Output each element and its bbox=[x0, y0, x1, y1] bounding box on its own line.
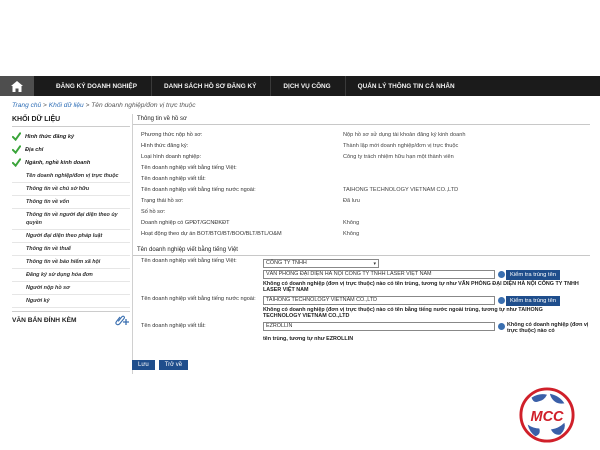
check-icon bbox=[12, 158, 21, 167]
info-row: Tên doanh nghiệp viết tắt: bbox=[133, 173, 590, 184]
nav-public-services[interactable]: DỊCH VỤ CÔNG bbox=[271, 76, 346, 96]
foreign-name-label: Tên doanh nghiệp viết bằng tiếng nước ng… bbox=[141, 296, 256, 302]
sidebar-item-tax-info[interactable]: Thông tin về thuế bbox=[12, 243, 130, 256]
sidebar-attachments[interactable]: VĂN BẢN ĐÍNH KÈM bbox=[12, 311, 130, 326]
attachments-label: VĂN BẢN ĐÍNH KÈM bbox=[12, 317, 77, 324]
sidebar-item-social-insurance[interactable]: Thông tin về bảo hiểm xã hội bbox=[12, 256, 130, 269]
abbr-name-input[interactable]: EZROLLIN bbox=[263, 322, 495, 331]
home-button[interactable] bbox=[0, 76, 34, 96]
breadcrumb-home[interactable]: Trang chủ bbox=[12, 102, 41, 109]
chevron-down-icon: ▾ bbox=[373, 261, 376, 267]
sidebar-item-owner-info[interactable]: Thông tin về chủ sở hữu bbox=[12, 183, 130, 196]
abbr-name-warning-right: Không có doanh nghiệp (đơn vị trực thuộc… bbox=[507, 322, 589, 334]
info-value: Thành lập mới doanh nghiệp/đơn vị trực t… bbox=[343, 142, 459, 149]
sidebar-item-signer[interactable]: Người ký bbox=[12, 295, 130, 308]
info-label: Phương thức nộp hồ sơ: bbox=[141, 131, 203, 138]
sidebar-item-label: Địa chỉ bbox=[25, 146, 44, 153]
profile-section-title: Thông tin về hồ sơ bbox=[133, 114, 590, 125]
back-button[interactable]: Trở về bbox=[158, 360, 189, 370]
info-row: Loại hình doanh nghiệp: Công ty trách nhi… bbox=[133, 151, 590, 162]
sidebar-item-registration-type[interactable]: Hình thức đăng ký bbox=[12, 130, 130, 143]
info-value: Đã lưu bbox=[343, 197, 360, 204]
breadcrumb: Trang chủ > Khối dữ liệu > Tên doanh ngh… bbox=[12, 102, 196, 109]
info-value: Không bbox=[343, 219, 360, 226]
sidebar-item-capital-info[interactable]: Thông tin về vốn bbox=[12, 196, 130, 209]
info-icon[interactable] bbox=[498, 271, 505, 278]
info-label: Loại hình doanh nghiệp: bbox=[141, 153, 202, 160]
info-row: Hình thức đăng ký: Thành lập mới doanh ng… bbox=[133, 140, 590, 151]
info-row: Phương thức nộp hồ sơ: Nộp hồ sơ sử dụng … bbox=[133, 129, 590, 140]
sidebar-item-submitter[interactable]: Người nộp hồ sơ bbox=[12, 282, 130, 295]
logo-text: MCC bbox=[530, 409, 564, 425]
abbr-name-row: Tên doanh nghiệp viết tắt: EZROLLIN Khôn… bbox=[133, 322, 590, 346]
nav-registration-list[interactable]: DANH SÁCH HỒ SƠ ĐĂNG KÝ bbox=[152, 76, 272, 96]
info-row: Trạng thái hồ sơ: Đã lưu bbox=[133, 195, 590, 206]
vn-name-row: Tên doanh nghiệp viết bằng tiếng Việt: C… bbox=[133, 256, 590, 296]
sidebar-item-legal-rep[interactable]: Người đại diện theo pháp luật bbox=[12, 230, 130, 243]
breadcrumb-data-block[interactable]: Khối dữ liệu bbox=[49, 102, 84, 109]
company-type-select[interactable]: CÔNG TY TNHH ▾ bbox=[263, 259, 379, 268]
main-navbar: ĐĂNG KÝ DOANH NGHIỆP DANH SÁCH HỒ SƠ ĐĂN… bbox=[0, 76, 600, 96]
info-label: Trạng thái hồ sơ: bbox=[141, 197, 184, 204]
form-actions: Lưu Trở về bbox=[132, 360, 189, 370]
nav-personal-info[interactable]: QUẢN LÝ THÔNG TIN CÁ NHÂN bbox=[346, 76, 469, 96]
info-icon[interactable] bbox=[498, 323, 505, 330]
sidebar: KHỐI DỮ LIỆU Hình thức đăng ký Địa chỉ N… bbox=[12, 116, 130, 326]
info-value: Không bbox=[343, 230, 360, 237]
main-content: Thông tin về hồ sơ Phương thức nộp hồ sơ… bbox=[132, 114, 590, 374]
breadcrumb-separator: > bbox=[85, 102, 90, 109]
abbr-name-label: Tên doanh nghiệp viết tắt: bbox=[141, 323, 206, 329]
info-row: Số hồ sơ: bbox=[133, 206, 590, 217]
paperclip-add-icon[interactable] bbox=[114, 315, 130, 326]
foreign-name-input[interactable]: TAIHONG TECHNOLOGY VIETNAM CO.,LTD bbox=[263, 296, 495, 305]
vn-name-label: Tên doanh nghiệp viết bằng tiếng Việt: bbox=[141, 258, 237, 264]
foreign-name-warning: Không có doanh nghiệp (đơn vị trực thuộc… bbox=[263, 307, 543, 319]
save-button[interactable]: Lưu bbox=[132, 360, 155, 370]
sidebar-item-label: Ngành, nghề kinh doanh bbox=[25, 159, 91, 166]
info-row: Tên doanh nghiệp viết bằng tiếng Việt: bbox=[133, 162, 590, 173]
vn-name-input[interactable]: VĂN PHÒNG ĐẠI DIỆN HÀ NỘI CÔNG TY TNHH L… bbox=[263, 270, 495, 279]
names-section-title: Tên doanh nghiệp viết bằng tiếng Việt bbox=[133, 245, 590, 256]
info-label: Tên doanh nghiệp viết bằng tiếng Việt: bbox=[141, 164, 237, 171]
breadcrumb-separator: > bbox=[43, 102, 47, 109]
foreign-name-row: Tên doanh nghiệp viết bằng tiếng nước ng… bbox=[133, 296, 590, 322]
info-label: Tên doanh nghiệp viết bằng tiếng nước ng… bbox=[141, 186, 256, 193]
nav-business-registration[interactable]: ĐĂNG KÝ DOANH NGHIỆP bbox=[44, 76, 152, 96]
info-label: Số hồ sơ: bbox=[141, 208, 166, 215]
sidebar-item-enterprise-name[interactable]: Tên doanh nghiệp/đơn vị trực thuộc bbox=[12, 169, 130, 183]
check-duplicate-foreign-button[interactable]: Kiểm tra trùng tên bbox=[506, 296, 561, 306]
sidebar-item-invoice-registration[interactable]: Đăng ký sử dụng hóa đơn bbox=[12, 269, 130, 282]
check-icon bbox=[12, 132, 21, 141]
sidebar-item-business-lines[interactable]: Ngành, nghề kinh doanh bbox=[12, 156, 130, 169]
sidebar-item-authorized-rep[interactable]: Thông tin về người đại diện theo ủy quyề… bbox=[12, 209, 130, 230]
breadcrumb-current: Tên doanh nghiệp/đơn vị trực thuộc bbox=[91, 102, 196, 109]
info-label: Doanh nghiệp có GPĐT/GCNĐKĐT bbox=[141, 219, 230, 226]
company-type-value: CÔNG TY TNHH bbox=[266, 260, 307, 266]
sidebar-item-label: Hình thức đăng ký bbox=[25, 133, 75, 140]
info-row: Doanh nghiệp có GPĐT/GCNĐKĐT Không bbox=[133, 217, 590, 228]
check-icon bbox=[12, 145, 21, 154]
abbr-name-warning-below: tên trùng, tương tự như EZROLLIN bbox=[263, 336, 354, 342]
info-value: Nộp hồ sơ sử dụng tài khoản đăng ký kinh… bbox=[343, 131, 466, 138]
home-icon bbox=[11, 80, 23, 92]
info-row: Tên doanh nghiệp viết bằng tiếng nước ng… bbox=[133, 184, 590, 195]
info-row: Hoạt động theo dự án BOT/BTO/BT/BOO/BLT/… bbox=[133, 228, 590, 239]
info-icon[interactable] bbox=[498, 297, 505, 304]
info-value: Công ty trách nhiệm hữu hạn một thành vi… bbox=[343, 153, 454, 160]
mcc-logo: MCC bbox=[519, 387, 575, 443]
vn-name-warning: Không có doanh nghiệp (đơn vị trực thuộc… bbox=[263, 281, 579, 293]
sidebar-heading: KHỐI DỮ LIỆU bbox=[12, 116, 130, 127]
info-label: Hoạt động theo dự án BOT/BTO/BT/BOO/BLT/… bbox=[141, 230, 282, 237]
info-label: Hình thức đăng ký: bbox=[141, 142, 189, 149]
sidebar-item-address[interactable]: Địa chỉ bbox=[12, 143, 130, 156]
info-value: TAIHONG TECHNOLOGY VIETNAM CO.,LTD bbox=[343, 186, 459, 193]
check-duplicate-vn-button[interactable]: Kiểm tra trùng tên bbox=[506, 270, 561, 280]
info-label: Tên doanh nghiệp viết tắt: bbox=[141, 175, 206, 182]
